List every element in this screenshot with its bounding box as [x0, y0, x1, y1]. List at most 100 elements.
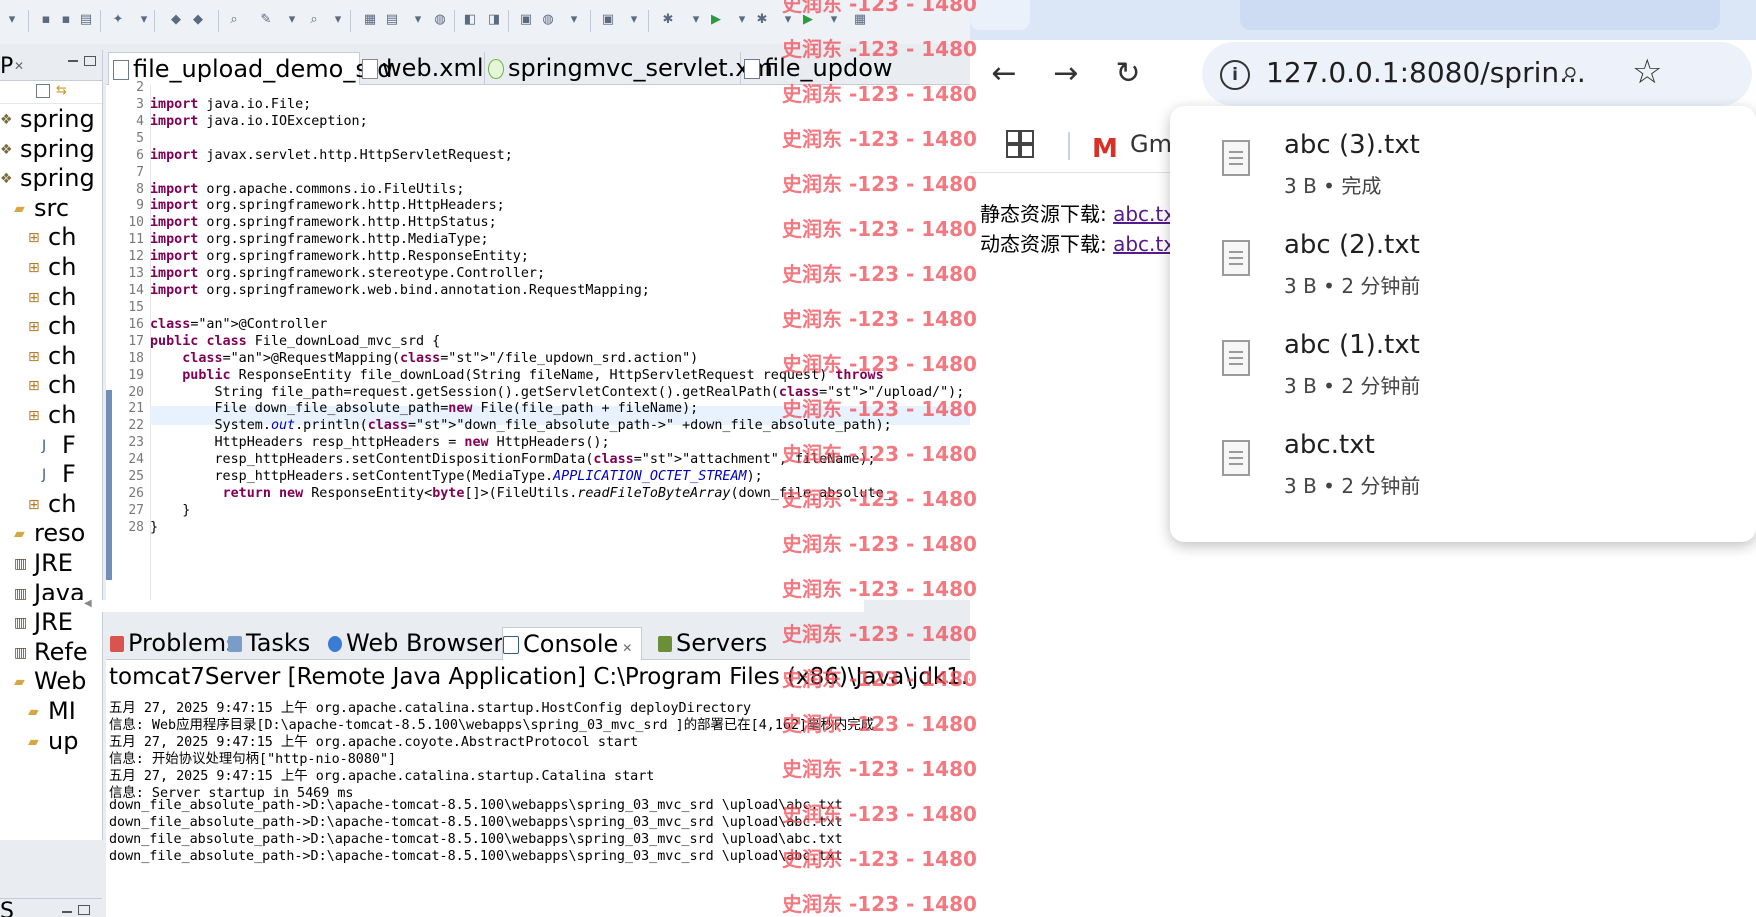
forward-icon[interactable]: ◨ [486, 12, 502, 28]
maximize-icon[interactable] [84, 56, 96, 66]
back-icon[interactable]: ◧ [462, 12, 478, 28]
watermark-text: 史润东 -123 - 1480 [782, 487, 977, 511]
static-download-link[interactable]: abc.tx [1113, 202, 1175, 226]
web-icon[interactable]: ◍ [432, 12, 448, 28]
site-info-icon[interactable]: i [1220, 60, 1250, 90]
tree-item[interactable]: ▥ Refe [0, 636, 116, 669]
dropdown-icon[interactable]: ▾ [566, 12, 582, 28]
minimize-icon[interactable] [62, 911, 72, 913]
line-number: 21 [128, 401, 144, 417]
library-icon: ▥ [14, 585, 28, 602]
apps-grid-icon[interactable] [1006, 130, 1034, 158]
bookmark-divider [1068, 132, 1070, 160]
console-icon[interactable]: ▣ [600, 12, 616, 28]
outline-tab[interactable]: S [0, 899, 14, 917]
line-number: 14 [128, 283, 144, 299]
save-all-icon[interactable]: ▪ [58, 12, 74, 28]
dropdown-icon[interactable]: ▾ [734, 12, 750, 28]
browser-tab[interactable] [970, 0, 1030, 30]
editor-tab-file-upload-demo[interactable]: file_upload_demo_srd [108, 52, 393, 85]
download-item[interactable]: abc (2).txt 3 B • 2 分钟前 [1170, 214, 1756, 314]
tree-item-label: MI [48, 697, 76, 725]
tree-item-label: ch [48, 401, 77, 429]
minimize-icon[interactable] [68, 60, 78, 62]
address-bar[interactable]: i 127.0.0.1:8080/sprin... ⌕ ☆ [1202, 42, 1752, 106]
collapse-all-icon[interactable] [36, 84, 50, 98]
debug-icon[interactable]: ✱ [754, 12, 770, 28]
editor-tab-web-xml[interactable]: web.xml [358, 52, 485, 84]
tree-item[interactable]: ▥ JRE [0, 547, 116, 580]
dropdown-icon[interactable]: ▾ [410, 12, 426, 28]
tree-item-label: Web [34, 667, 87, 696]
dropdown-icon[interactable]: ▾ [136, 12, 152, 28]
settings-icon[interactable]: ✱ [660, 12, 676, 28]
dropdown-icon[interactable]: ▾ [688, 12, 704, 28]
code-editor[interactable]: 2 3 4 5 6 7 8 9 10 11 12 13 14 15 16 17 18 19 20 21 22 23 24 25… [106, 80, 970, 600]
save-icon[interactable]: ▪ [38, 12, 54, 28]
run-last-icon[interactable]: ✎ [258, 12, 274, 28]
line-number: 19 [128, 367, 144, 383]
dropdown-icon[interactable]: ▾ [626, 12, 642, 28]
tab-problems[interactable]: Problems [110, 627, 239, 659]
tree-item[interactable]: ▰ Web [0, 665, 116, 698]
watermark-text: 史润东 -123 - 1480 [782, 172, 977, 196]
link-editor-icon[interactable]: ⇆ [56, 83, 67, 98]
close-icon[interactable]: ✕ [14, 59, 24, 73]
tab-console[interactable]: Console ✕ [502, 627, 642, 660]
line-number: 15 [128, 299, 144, 315]
folder-icon: ▰ [14, 200, 25, 217]
gmail-icon[interactable]: M [1092, 134, 1118, 164]
line-number: 28 [128, 519, 144, 535]
window-icon[interactable]: ▣ [518, 12, 534, 28]
tab-web-browser[interactable]: Web Browser [328, 627, 503, 659]
horizontal-scrollbar[interactable]: ◀ [44, 598, 864, 612]
new-java-icon[interactable]: ▤ [384, 12, 400, 28]
bookmark-star-icon[interactable]: ☆ [1632, 52, 1662, 92]
build-icon[interactable]: ▦ [362, 12, 378, 28]
package-explorer-tab[interactable]: P [0, 54, 13, 79]
line-number: 27 [128, 503, 144, 518]
tab-servers[interactable]: Servers [658, 627, 767, 659]
console-output[interactable]: tomcat7Server [Remote Java Application] … [106, 660, 970, 917]
tree-item-label: ch [48, 489, 77, 518]
download-item[interactable]: abc (1).txt 3 B • 2 分钟前 [1170, 314, 1756, 414]
new-icon[interactable]: ▾ [4, 12, 20, 28]
download-item[interactable]: abc.txt 3 B • 2 分钟前 [1170, 414, 1756, 514]
dropdown-icon[interactable]: ▾ [330, 12, 346, 28]
bookmark-gmail[interactable]: Gm [1130, 130, 1172, 158]
find-icon[interactable]: ⌕ [306, 12, 322, 28]
dropdown-icon[interactable]: ▾ [284, 12, 300, 28]
package-icon: ⊞ [28, 496, 40, 513]
tree-item[interactable]: ❖ spring [0, 103, 102, 136]
tree-item[interactable]: ▰ src [0, 192, 116, 225]
download-item[interactable]: abc (3).txt 3 B • 完成 [1170, 114, 1756, 214]
forward-button[interactable]: → [1048, 56, 1084, 92]
package-icon: ⊞ [28, 408, 40, 424]
editor-tab-springmvc-servlet[interactable]: springmvc_servlet.xm [484, 52, 773, 84]
dynamic-download-link[interactable]: abc.tx [1113, 232, 1175, 256]
tab-tasks[interactable]: Tasks [228, 627, 310, 659]
open-task-icon[interactable]: ◆ [190, 12, 206, 28]
tab-label: Console [523, 630, 619, 658]
back-button[interactable]: ← [986, 56, 1022, 92]
run-icon[interactable]: ▶ [708, 12, 724, 28]
zoom-icon[interactable]: ⌕ [1562, 54, 1579, 89]
close-icon[interactable]: ✕ [622, 641, 632, 655]
line-number: 25 [128, 469, 144, 485]
search-icon[interactable]: ⌕ [226, 12, 242, 28]
tree-item[interactable]: ❖ spring [0, 162, 102, 195]
open-type-icon[interactable]: ◆ [168, 12, 184, 28]
line-number: 26 [128, 486, 144, 502]
watermark-text: 史润东 -123 - 1480 [782, 532, 977, 556]
scroll-left-icon[interactable]: ◀ [84, 598, 92, 609]
maximize-icon[interactable] [78, 905, 90, 915]
debug-config-icon[interactable]: ✦ [110, 12, 126, 28]
tree-item[interactable]: ❖ spring [0, 133, 102, 166]
browser-tab[interactable] [1240, 0, 1720, 30]
tree-item-label: ch [48, 253, 77, 281]
tree-item[interactable]: ▰ reso [0, 517, 116, 550]
globe-icon[interactable]: ◍ [540, 12, 556, 28]
reload-button[interactable]: ↻ [1110, 56, 1146, 92]
print-icon[interactable]: ▤ [78, 12, 94, 28]
tree-item-label: ch [48, 371, 77, 400]
